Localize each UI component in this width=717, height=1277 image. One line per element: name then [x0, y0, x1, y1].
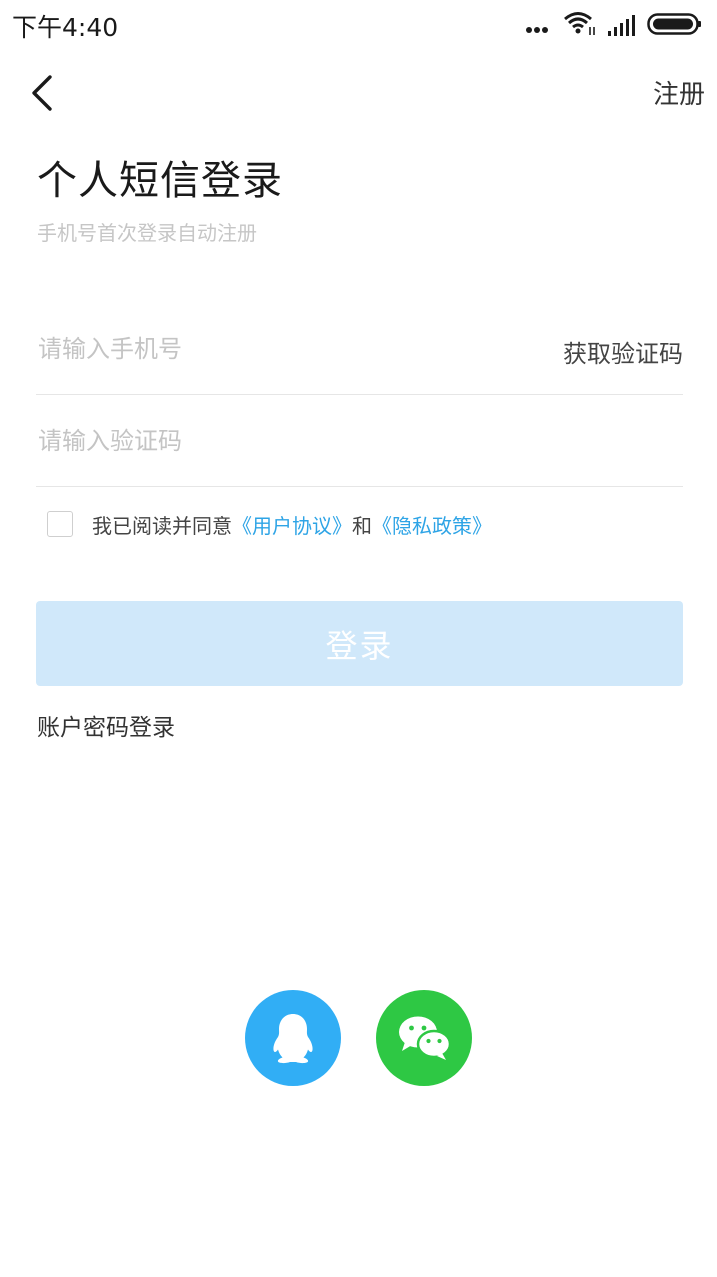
qq-login-button[interactable] [245, 990, 341, 1086]
status-bar: 下午4:40 [0, 0, 717, 50]
status-icons [525, 10, 705, 40]
back-button[interactable] [24, 68, 64, 118]
phone-input[interactable] [36, 304, 518, 394]
signal-icon [608, 15, 635, 36]
wifi-icon [564, 12, 595, 35]
status-time: 下午4:40 [12, 13, 119, 42]
login-button[interactable]: 登录 [36, 601, 683, 686]
code-field-row [36, 396, 683, 487]
privacy-policy-link[interactable]: 《隐私政策》 [372, 510, 492, 539]
verification-code-input[interactable] [36, 396, 518, 486]
more-dots-icon [526, 27, 548, 33]
qq-icon [273, 1014, 313, 1064]
page-title: 个人短信登录 [37, 158, 283, 204]
page-subtitle: 手机号首次登录自动注册 [37, 221, 257, 245]
login-page: 下午4:40 注册 个人短信登录 手机号首次登录自动注册 请输入手机号 获取验证… [0, 0, 717, 1277]
wechat-login-button[interactable] [376, 990, 472, 1086]
agreement-prefix: 我已阅读并同意 [92, 513, 232, 538]
user-agreement-link[interactable]: 《用户协议》 [232, 510, 352, 539]
password-login-link[interactable]: 账户密码登录 [37, 708, 175, 742]
agreement-checkbox[interactable] [47, 511, 73, 537]
battery-icon [647, 13, 701, 35]
agreement-conjunction: 和 [352, 513, 372, 538]
wechat-icon [399, 1016, 452, 1060]
chevron-left-icon [32, 75, 52, 111]
agreement-row: 我已阅读并同意 《用户协议》 和 《隐私政策》 [47, 508, 492, 540]
register-link[interactable]: 注册 [653, 74, 705, 111]
get-code-button[interactable]: 获取验证码 [563, 334, 683, 369]
phone-field-row: 获取验证码 [36, 304, 683, 395]
